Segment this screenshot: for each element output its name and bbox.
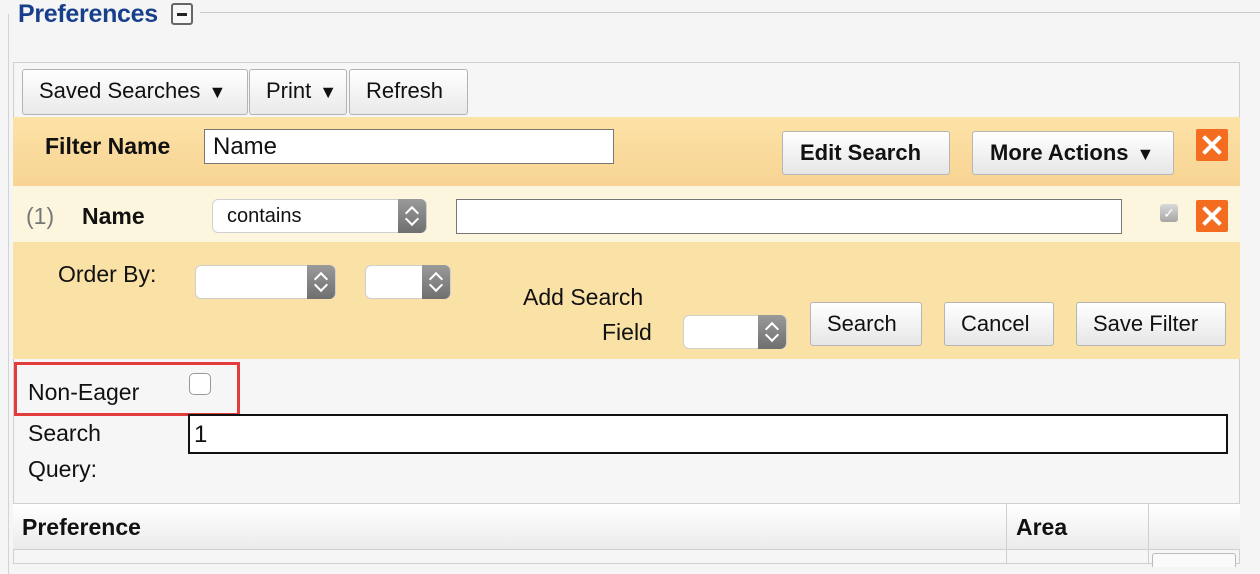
filter-name-input[interactable]: Name (204, 129, 614, 164)
search-query-label-2: Query: (28, 456, 98, 482)
print-button[interactable]: Print ▼ (249, 69, 347, 115)
saved-searches-button[interactable]: Saved Searches ▼ (22, 69, 248, 115)
select-arrows-icon (398, 199, 426, 233)
refresh-button[interactable]: Refresh (349, 69, 468, 115)
save-filter-button[interactable]: Save Filter (1076, 302, 1226, 346)
column-divider (1148, 504, 1149, 564)
saved-searches-label: Saved Searches (39, 78, 201, 103)
row-action-button[interactable] (1152, 553, 1236, 567)
order-by-label: Order By: (58, 261, 157, 287)
section-title: Preferences (18, 0, 158, 28)
column-divider (1006, 504, 1007, 564)
select-arrows-icon (422, 265, 450, 299)
search-query-label: Search (28, 420, 101, 446)
caret-down-icon: ▼ (208, 82, 227, 102)
delete-condition-icon[interactable] (1196, 200, 1228, 232)
search-query-input[interactable]: 1 (188, 414, 1228, 454)
cancel-button[interactable]: Cancel (944, 302, 1054, 346)
more-actions-button[interactable]: More Actions ▼ (972, 131, 1174, 175)
non-eager-label: Non-Eager (28, 379, 140, 405)
caret-down-icon: ▼ (319, 82, 338, 102)
select-arrows-icon (307, 265, 335, 299)
print-label: Print (266, 78, 312, 103)
fieldset-border-left (8, 14, 9, 574)
condition-operator-select[interactable]: contains (212, 199, 427, 233)
refresh-label: Refresh (366, 78, 444, 103)
collapse-icon[interactable] (171, 3, 193, 25)
edit-search-button[interactable]: Edit Search (782, 131, 950, 175)
caret-down-icon: ▼ (1136, 144, 1155, 164)
more-actions-label: More Actions (990, 140, 1129, 165)
fieldset-border-top (200, 12, 1260, 13)
condition-value-input[interactable] (456, 199, 1122, 234)
column-header-preference[interactable]: Preference (22, 514, 141, 541)
order-direction-select[interactable] (365, 265, 451, 299)
order-field-select[interactable] (195, 265, 336, 299)
close-icon[interactable] (1196, 129, 1228, 161)
condition-index: (1) (26, 203, 55, 229)
checkmark-icon[interactable]: ✓ (1160, 204, 1178, 222)
condition-field: Name (82, 203, 145, 229)
column-header-area[interactable]: Area (1016, 514, 1067, 541)
non-eager-checkbox[interactable] (189, 373, 211, 395)
select-arrows-icon (758, 315, 786, 349)
operator-value: contains (227, 205, 302, 227)
add-search-field-label: Add Search (523, 284, 644, 310)
add-search-field-select[interactable] (683, 315, 787, 349)
filter-name-label: Filter Name (45, 133, 171, 159)
search-button[interactable]: Search (810, 302, 922, 346)
add-search-field-label-2: Field (602, 319, 652, 345)
